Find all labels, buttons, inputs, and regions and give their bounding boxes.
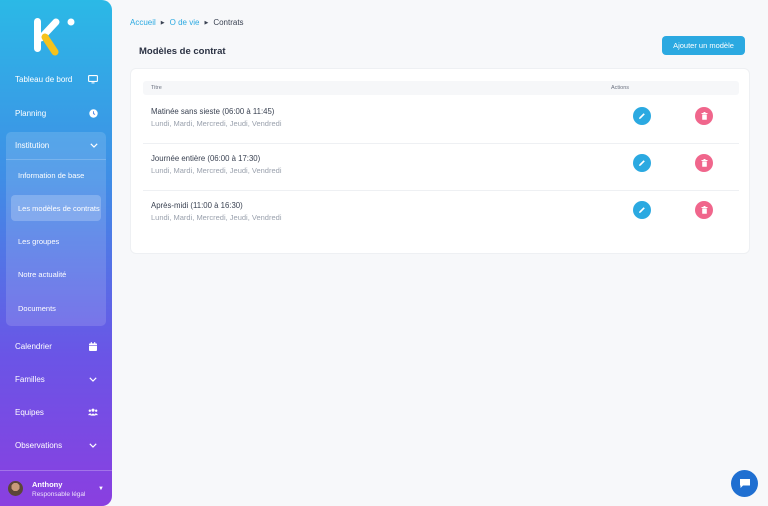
caret-right-icon: ▶ [204, 19, 209, 26]
nav-label: Familles [15, 374, 45, 384]
chevron-down-icon [88, 374, 98, 384]
nav-equipes[interactable]: Equipes [0, 399, 112, 425]
clock-icon [88, 108, 98, 118]
chat-bubble-icon [739, 479, 750, 488]
row-title: Matinée sans sieste (06:00 à 11:45) [151, 107, 275, 116]
subnav-les-groupes[interactable]: Les groupes [11, 228, 101, 254]
institution-group: Institution Information de base Les modè… [6, 132, 106, 326]
edit-button[interactable] [633, 154, 651, 172]
chevron-down-icon [88, 440, 98, 450]
breadcrumb-home[interactable]: Accueil [130, 18, 156, 27]
trash-icon [701, 112, 707, 120]
subnav-label: Documents [18, 303, 56, 313]
nav-familles[interactable]: Familles [0, 366, 112, 392]
breadcrumb: Accueil ▶ O de vie ▶ Contrats [130, 18, 244, 27]
table-header: Titre Actions [143, 81, 739, 95]
edit-button[interactable] [633, 107, 651, 125]
edit-button[interactable] [633, 201, 651, 219]
breadcrumb-current: Contrats [213, 18, 244, 27]
table-row: Matinée sans sieste (06:00 à 11:45) Lund… [143, 97, 739, 143]
table-row: Après-midi (11:00 à 16:30) Lundi, Mardi,… [143, 191, 739, 237]
sidebar: Tableau de bord Planning Institution Inf… [0, 0, 112, 506]
subnav-information-de-base[interactable]: Information de base [11, 162, 101, 188]
app-logo[interactable] [32, 16, 76, 56]
nav-label: Equipes [15, 407, 44, 417]
table-row: Journée entière (06:00 à 17:30) Lundi, M… [143, 144, 739, 190]
row-days: Lundi, Mardi, Mercredi, Jeudi, Vendredi [151, 119, 282, 128]
subnav-label: Les modèles de contrats [18, 203, 100, 213]
pencil-icon [639, 207, 645, 213]
caret-down-icon: ▼ [98, 485, 104, 492]
pencil-icon [639, 113, 645, 119]
nav-label: Calendrier [15, 341, 52, 351]
user-info: Anthony Responsable légal [32, 480, 98, 498]
delete-button[interactable] [695, 154, 713, 172]
chevron-up-icon [90, 141, 98, 150]
nav-tableau-de-bord[interactable]: Tableau de bord [0, 66, 112, 92]
row-title: Journée entière (06:00 à 17:30) [151, 154, 261, 163]
nav-calendrier[interactable]: Calendrier [0, 333, 112, 359]
column-header-actions: Actions [611, 85, 630, 91]
subnav-modeles-de-contrats[interactable]: Les modèles de contrats [11, 195, 101, 221]
nav-label: Planning [15, 108, 47, 118]
column-header-title: Titre [151, 85, 162, 91]
avatar [8, 481, 23, 496]
nav-label: Tableau de bord [15, 74, 73, 84]
subnav-label: Les groupes [18, 236, 60, 246]
nav-label: Institution [15, 141, 50, 150]
caret-right-icon: ▶ [160, 19, 165, 26]
user-menu[interactable]: Anthony Responsable légal ▼ [0, 470, 112, 506]
nav-planning[interactable]: Planning [0, 100, 112, 126]
subnav-label: Notre actualité [18, 269, 67, 279]
page-title: Modèles de contrat [139, 46, 226, 57]
nav-institution[interactable]: Institution [6, 132, 106, 160]
contracts-table: Titre Actions Matinée sans sieste (06:00… [130, 68, 750, 254]
subnav-documents[interactable]: Documents [11, 295, 101, 321]
user-name: Anthony [32, 479, 63, 489]
calendar-icon [88, 341, 98, 351]
row-title: Après-midi (11:00 à 16:30) [151, 201, 243, 210]
subnav-label: Information de base [18, 170, 85, 180]
trash-icon [701, 159, 707, 167]
breadcrumb-section[interactable]: O de vie [170, 18, 200, 27]
trash-icon [701, 206, 707, 214]
chat-button[interactable] [731, 470, 758, 497]
row-days: Lundi, Mardi, Mercredi, Jeudi, Vendredi [151, 166, 282, 175]
monitor-icon [88, 74, 98, 84]
add-model-button[interactable]: Ajouter un modèle [662, 36, 745, 55]
delete-button[interactable] [695, 201, 713, 219]
nav-label: Observations [15, 440, 63, 450]
delete-button[interactable] [695, 107, 713, 125]
pencil-icon [639, 160, 645, 166]
users-icon [88, 407, 98, 417]
subnav-notre-actualite[interactable]: Notre actualité [11, 261, 101, 287]
nav-observations[interactable]: Observations [0, 432, 112, 458]
row-days: Lundi, Mardi, Mercredi, Jeudi, Vendredi [151, 213, 282, 222]
user-role: Responsable légal [32, 490, 86, 498]
